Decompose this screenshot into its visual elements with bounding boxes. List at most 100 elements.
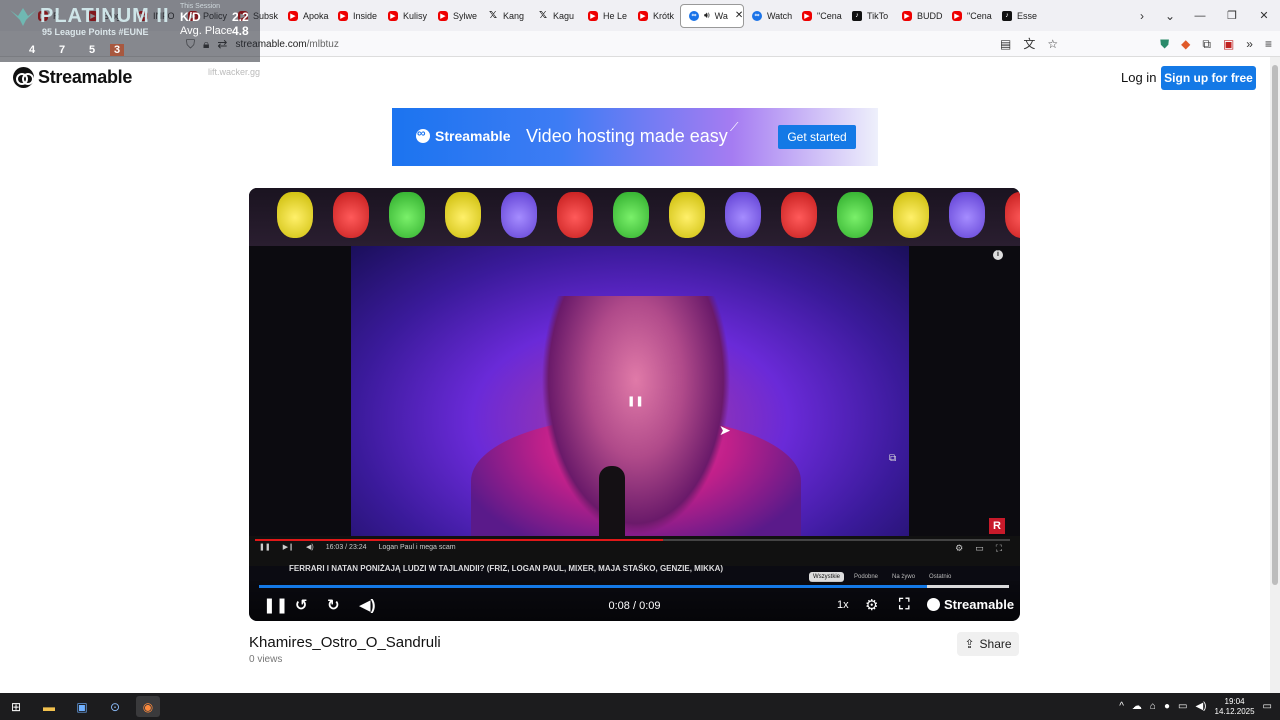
emote xyxy=(333,192,369,238)
overflow-chevrons-icon[interactable]: » xyxy=(1246,38,1253,50)
speaker-icon[interactable]: ◀) xyxy=(1195,701,1206,712)
logo-text: Streamable xyxy=(38,67,133,87)
streamable-icon: ∞ xyxy=(752,10,762,21)
streamable-logo-icon xyxy=(13,67,34,88)
tab-label: Watch xyxy=(767,10,793,21)
notifications-icon[interactable]: ▭ xyxy=(1263,701,1272,712)
remote-desktop-icon[interactable]: ▣ xyxy=(70,696,94,717)
player-brand-link[interactable]: Streamable xyxy=(927,597,1014,612)
promo-banner[interactable]: Streamable Video hosting made easy ⟋ Get… xyxy=(392,108,878,166)
system-tray: ^ ☁ ⌂ ● ▭ ◀) 19:04 14.12.2025 ▭ xyxy=(1119,693,1272,720)
reader-view-icon[interactable]: ▤ xyxy=(1000,38,1011,50)
tab[interactable]: ▶ "Cena xyxy=(794,4,844,28)
recent-games: 4 7 5 3 xyxy=(20,44,124,56)
tab[interactable]: ▶ Kulisy xyxy=(380,4,430,28)
seek-bar[interactable] xyxy=(259,585,1009,588)
close-window-button[interactable]: ✕ xyxy=(1248,9,1280,22)
translate-icon[interactable]: 文 xyxy=(1023,38,1035,50)
start-windows-icon[interactable]: ⊞ xyxy=(4,696,28,717)
scrollbar-thumb[interactable] xyxy=(1272,65,1278,585)
streamable-icon: ∞ xyxy=(689,10,699,21)
fullscreen-button[interactable]: ⛶ xyxy=(899,596,910,613)
tab[interactable]: ▶ He Le xyxy=(580,4,630,28)
rank-emblem-icon xyxy=(10,8,36,26)
restore-button[interactable]: ❐ xyxy=(1216,9,1248,22)
tab-label: Sylwe xyxy=(453,10,478,21)
banner-cta-button[interactable]: Get started xyxy=(778,125,856,149)
tab[interactable]: ▶ Inside xyxy=(330,4,380,28)
player-brand-text: Streamable xyxy=(944,597,1015,612)
addon-badge-icon[interactable]: ▣ xyxy=(1223,38,1234,50)
onedrive-icon[interactable]: ☁ xyxy=(1132,701,1142,712)
firefox-icon[interactable]: ◉ xyxy=(136,696,160,717)
youtube-icon: ▶ xyxy=(802,10,812,21)
view-count: 0 views xyxy=(249,654,283,665)
close-tab-icon[interactable]: ✕ xyxy=(735,10,743,21)
tab[interactable]: ▶ "Cena xyxy=(944,4,994,28)
streamable-logo[interactable]: Streamable xyxy=(13,67,132,88)
tab[interactable]: ▶ Apoka xyxy=(280,4,330,28)
menu-icon[interactable]: ≡ xyxy=(1265,38,1272,50)
inner-settings-icon: ⚙ xyxy=(955,543,964,553)
tab-label: He Le xyxy=(603,10,628,21)
video-frame-side xyxy=(249,246,351,536)
tiktok-icon: ♪ xyxy=(1002,10,1012,21)
inner-headline: FERRARI I NATAN PONIŻAJĄ LUDZI W TAJLAND… xyxy=(289,564,724,573)
share-label: Share xyxy=(979,637,1012,651)
clock[interactable]: 19:04 14.12.2025 xyxy=(1215,697,1255,717)
tray-chevron-icon[interactable]: ^ xyxy=(1119,701,1124,712)
channel-logo-icon: R xyxy=(989,518,1005,534)
tab-scroll-right-icon[interactable]: › xyxy=(1128,9,1156,23)
emote xyxy=(949,192,985,238)
tab[interactable]: ♪ Esse xyxy=(994,4,1044,28)
tab-active[interactable]: ∞ 🔊︎ Wa ✕ xyxy=(680,3,744,28)
login-link[interactable]: Log in xyxy=(1121,70,1156,85)
streamable-logo-icon xyxy=(416,126,430,143)
file-explorer-icon[interactable]: ▬ xyxy=(37,696,61,717)
streamable-logo-icon xyxy=(927,598,940,611)
info-icon[interactable]: i xyxy=(993,250,1003,260)
steam-icon[interactable]: ⊙ xyxy=(103,696,127,717)
game-stats-overlay: PLATINUM II 95 League Points #EUNE This … xyxy=(0,0,260,62)
avg-place-value: 4.8 xyxy=(232,24,249,38)
tab[interactable]: ▶ Sylwe xyxy=(430,4,480,28)
tab-label: "Cena xyxy=(967,10,992,21)
network-icon[interactable]: ⌂ xyxy=(1150,701,1156,712)
pip-icon[interactable]: ⧉ xyxy=(889,453,896,464)
extensions-icon[interactable]: ⧉ xyxy=(1202,38,1211,50)
tab[interactable]: ∞ Watch xyxy=(744,4,794,28)
video-player[interactable]: i ⧉ R ❚❚ ➤ ❚❚ ▶❙ ◀) 16:03 / 23:24 Logan … xyxy=(249,188,1020,621)
page-scrollbar[interactable] xyxy=(1270,57,1280,693)
minimize-button[interactable]: — xyxy=(1184,10,1216,22)
seek-bar-fill xyxy=(259,585,927,588)
emote xyxy=(613,192,649,238)
playback-speed-button[interactable]: 1x xyxy=(837,599,849,611)
tiktok-icon: ♪ xyxy=(852,10,862,21)
microphone-icon[interactable]: ● xyxy=(1164,701,1170,712)
emote xyxy=(277,192,313,238)
bookmark-star-icon[interactable]: ☆ xyxy=(1047,38,1058,50)
session-label: This Session xyxy=(180,3,221,10)
address-bar[interactable]: ⛉ 🔒︎ ⇄ streamable.com/mlbtuz xyxy=(178,33,1048,55)
tab[interactable]: 𝕏 Kagu xyxy=(530,4,580,28)
video-frame-side xyxy=(909,246,1020,536)
inner-volume-icon: ◀) xyxy=(305,544,314,551)
tab[interactable]: ♪ TikTo xyxy=(844,4,894,28)
tab[interactable]: ▶ BUDD xyxy=(894,4,944,28)
vpn-shield-icon[interactable]: ⛊ xyxy=(1160,38,1169,50)
signup-button[interactable]: Sign up for free xyxy=(1161,66,1256,90)
settings-gear-icon[interactable]: ⚙ xyxy=(865,596,878,614)
video-scene xyxy=(351,246,909,556)
kda-label: K/D xyxy=(180,10,201,24)
center-pause-icon[interactable]: ❚❚ xyxy=(627,396,644,407)
tab-list-chevron-icon[interactable]: ⌄ xyxy=(1156,9,1184,23)
speaker-icon[interactable]: 🔊︎ xyxy=(704,10,710,21)
tab[interactable]: ▶ Krótk xyxy=(630,4,680,28)
tab[interactable]: 𝕏 Kang xyxy=(480,4,530,28)
tab-label: "Cena xyxy=(817,10,842,21)
display-icon[interactable]: ▭ xyxy=(1178,701,1187,712)
overlay-source: lift.wacker.gg xyxy=(208,67,261,77)
share-button[interactable]: ⇪ Share xyxy=(957,632,1019,656)
addon-fox-icon[interactable]: ◆ xyxy=(1181,38,1190,50)
youtube-icon: ▶ xyxy=(638,10,648,21)
